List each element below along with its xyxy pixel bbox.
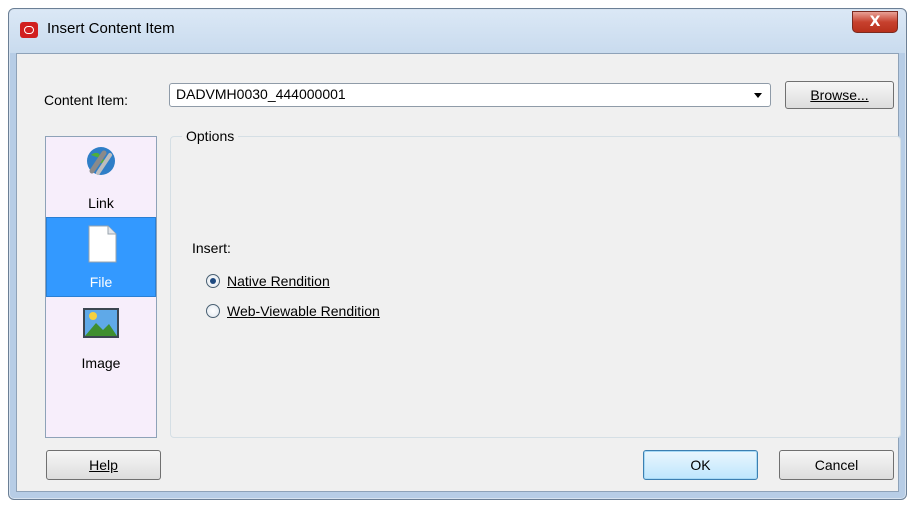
content-item-value: DADVMH0030_444000001 [176, 86, 346, 102]
cancel-button[interactable]: Cancel [779, 450, 894, 480]
file-icon [88, 225, 117, 263]
browse-button-label: Browse... [810, 87, 869, 103]
native-rendition-label: Native Rendition [227, 273, 330, 289]
help-button[interactable]: Help [46, 450, 161, 480]
radio-unchecked-icon[interactable] [206, 304, 220, 318]
web-viewable-rendition-label: Web-Viewable Rendition [227, 303, 380, 319]
close-button[interactable]: X [852, 11, 898, 33]
title-bar[interactable]: Insert Content Item X [9, 9, 906, 49]
radio-checked-icon[interactable] [206, 274, 220, 288]
browse-button[interactable]: Browse... [785, 81, 894, 109]
sidebar-item-image[interactable]: Image [46, 297, 156, 377]
cancel-button-label: Cancel [814, 457, 859, 473]
close-icon: X [869, 14, 881, 30]
content-item-label: Content Item: [44, 92, 129, 108]
oracle-logo-icon [20, 22, 38, 38]
link-globe-icon [87, 147, 115, 175]
sidebar-item-file[interactable]: File [46, 217, 156, 297]
help-button-label: Help [89, 457, 118, 473]
image-icon [83, 308, 119, 338]
sidebar-item-label: Image [81, 355, 121, 371]
dialog-window: Insert Content Item X Content Item: DADV… [8, 8, 907, 500]
native-rendition-radio[interactable]: Native Rendition [206, 273, 330, 289]
ok-button-label: OK [690, 457, 711, 473]
sidebar-item-link[interactable]: Link [46, 137, 156, 217]
insert-label: Insert: [192, 240, 231, 256]
type-sidebar: Link File Image [45, 136, 157, 438]
content-item-combobox[interactable]: DADVMH0030_444000001 [169, 83, 771, 107]
ok-button[interactable]: OK [643, 450, 758, 480]
dialog-body: Content Item: DADVMH0030_444000001 Brows… [16, 53, 901, 492]
options-group-label: Options [182, 128, 239, 144]
web-viewable-rendition-radio[interactable]: Web-Viewable Rendition [206, 303, 380, 319]
window-title: Insert Content Item [47, 20, 175, 37]
sidebar-item-label: File [89, 274, 113, 290]
chevron-down-icon[interactable] [754, 93, 762, 98]
sidebar-item-label: Link [88, 195, 114, 211]
